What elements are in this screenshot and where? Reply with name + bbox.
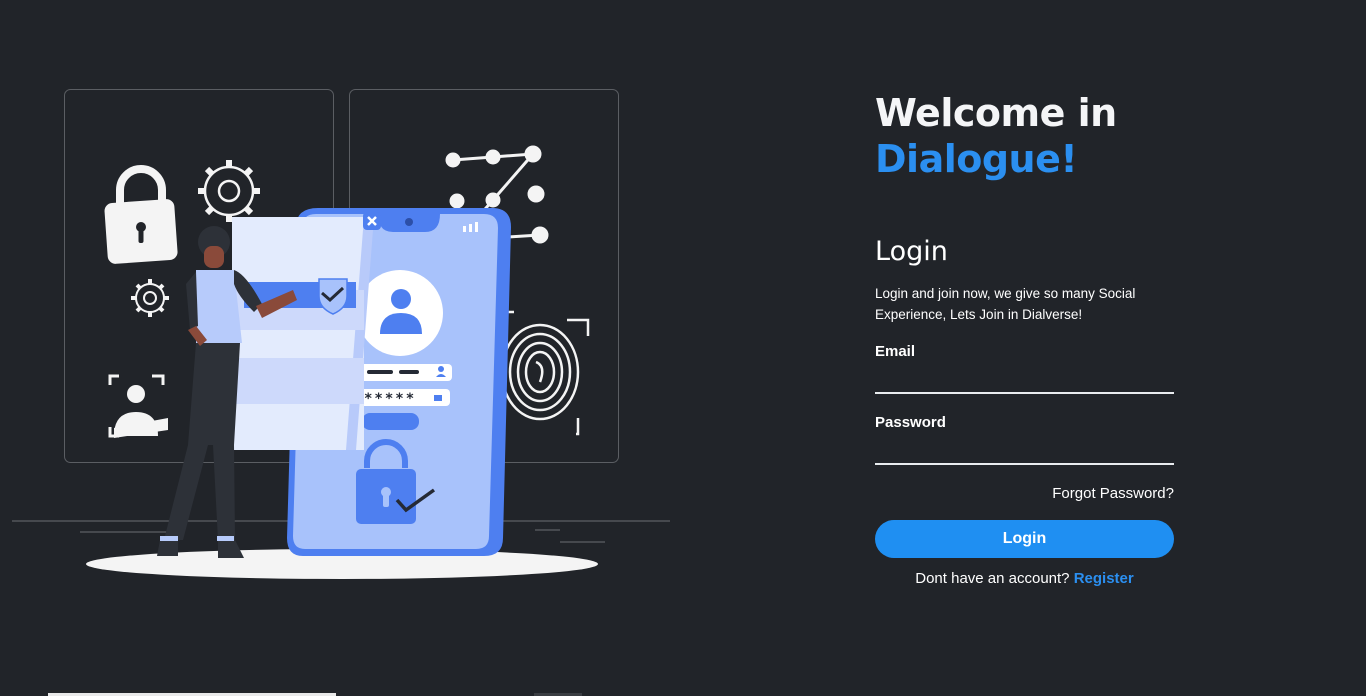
face-id-icon: [108, 374, 168, 438]
password-field[interactable]: [875, 431, 1174, 465]
forgot-password-link[interactable]: Forgot Password?: [875, 485, 1174, 502]
login-panel: Welcome in Dialogue! Login Login and joi…: [875, 90, 1175, 587]
register-prompt: Dont have an account? Register: [875, 570, 1174, 587]
login-page: ***** Welcome in Dialogue! Login Login a…: [0, 0, 1366, 696]
no-account-text: Dont have an account?: [915, 570, 1074, 587]
email-label: Email: [875, 343, 916, 360]
fingerprint-icon: [498, 310, 590, 436]
floating-form-panel: [232, 212, 381, 450]
password-label: Password: [875, 414, 946, 431]
email-field[interactable]: [875, 360, 1174, 394]
welcome-title: Welcome in Dialogue!: [875, 90, 1175, 182]
security-illustration: *****: [12, 89, 670, 579]
gear-icon: [198, 160, 260, 222]
padlock-icon: [104, 165, 178, 264]
register-link[interactable]: Register: [1074, 570, 1134, 587]
small-gear-icon: [131, 279, 169, 317]
brand-name: Dialogue!: [875, 137, 1078, 181]
login-button[interactable]: Login: [875, 520, 1174, 558]
welcome-line: Welcome in: [875, 91, 1117, 135]
login-subtitle: Login and join now, we give so many Soci…: [875, 286, 1136, 322]
login-heading: Login: [875, 236, 948, 267]
login-form: Email Password Forgot Password? Login Do…: [875, 343, 1175, 587]
illustration-password-mask: *****: [364, 391, 416, 407]
